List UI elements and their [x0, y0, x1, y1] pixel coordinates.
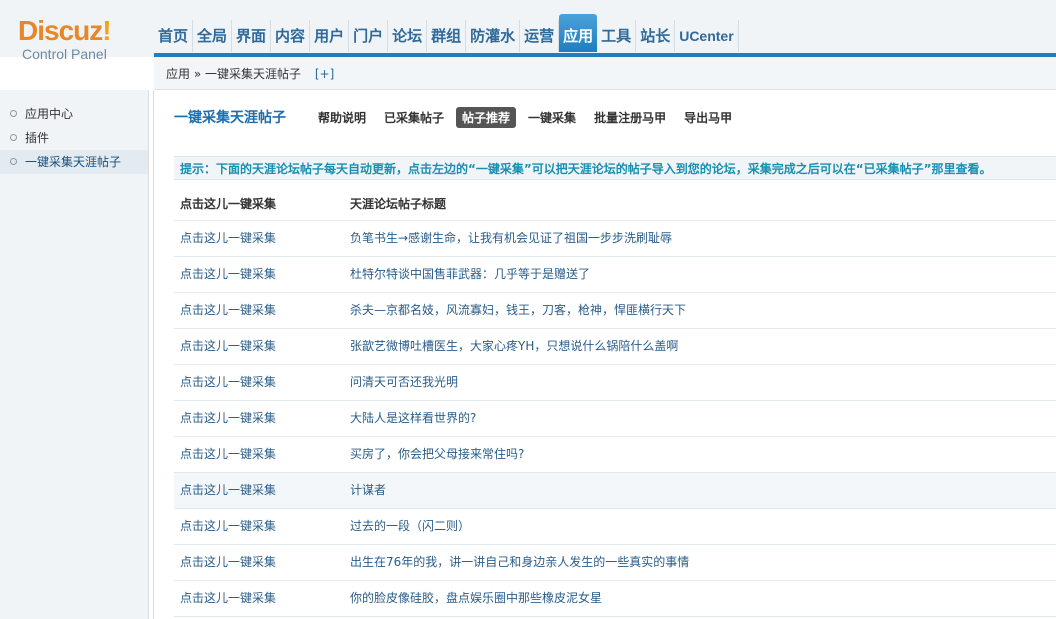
table-row: 点击这儿一键采集 负笔书生→感谢生命，让我有机会见证了祖国一步步洗刷耻辱 [174, 221, 1056, 257]
collect-link[interactable]: 点击这儿一键采集 [174, 509, 350, 544]
post-title-link[interactable]: 你的脸皮像硅胶，盘点娱乐圈中那些橡皮泥女星 [350, 581, 1056, 616]
collect-link[interactable]: 点击这儿一键采集 [174, 365, 350, 400]
posts-table: 点击这儿一键采集 天涯论坛帖子标题 点击这儿一键采集 负笔书生→感谢生命，让我有机… [174, 187, 1056, 617]
subnav-tab-3[interactable]: 一键采集 [522, 107, 582, 128]
top-nav: 首页 全局 界面 内容 用户 门户 论坛 群组 防灌水 运营 应用 工具 站长 UCenter [154, 14, 739, 53]
nav-item-11[interactable]: 工具 [597, 20, 637, 52]
main-content: 一键采集天涯帖子 帮助说明 已采集帖子 帖子推荐 一键采集 批量注册马甲 导出马甲 提示：… [154, 90, 1056, 619]
sidebar-item-2[interactable]: 一键采集天涯帖子 [0, 150, 148, 174]
logo-brand: Discuz! [18, 15, 112, 46]
table-row: 点击这儿一键采集 过去的一段（闪二则） [174, 509, 1056, 545]
sidebar: 应用中心插件一键采集天涯帖子 [0, 90, 148, 619]
nav-item-5[interactable]: 门户 [349, 20, 389, 52]
subnav-tab-2[interactable]: 帖子推荐 [456, 106, 517, 128]
post-title-link[interactable]: 负笔书生→感谢生命，让我有机会见证了祖国一步步洗刷耻辱 [350, 221, 1056, 256]
collect-link[interactable]: 点击这儿一键采集 [174, 545, 350, 580]
post-title-link[interactable]: 计谋者 [350, 473, 1056, 508]
table-row: 点击这儿一键采集 计谋者 [174, 473, 1056, 509]
bullet-icon [10, 158, 17, 165]
bullet-icon [10, 110, 17, 117]
table-row: 点击这儿一键采集 大陆人是这样看世界的? [174, 401, 1056, 437]
tip-banner: 提示：下面的天涯论坛帖子每天自动更新，点击左边的“一键采集”可以把天涯论坛的帖子… [174, 156, 1056, 180]
collect-link[interactable]: 点击这儿一键采集 [174, 473, 350, 508]
collect-link[interactable]: 点击这儿一键采集 [174, 581, 350, 616]
nav-item-0[interactable]: 首页 [154, 20, 194, 52]
logo-subtitle: Control Panel [22, 46, 107, 62]
post-title-link[interactable]: 出生在76年的我，讲一讲自己和身边亲人发生的一些真实的事情 [350, 545, 1056, 580]
sidebar-item-0[interactable]: 应用中心 [0, 102, 148, 126]
bullet-icon [10, 134, 17, 141]
post-title-link[interactable]: 大陆人是这样看世界的? [350, 401, 1056, 436]
plugin-title: 一键采集天涯帖子 [174, 110, 286, 126]
breadcrumb-root[interactable]: 应用 [166, 67, 190, 81]
nav-item-3[interactable]: 内容 [271, 20, 311, 52]
post-title-link[interactable]: 问清天可否还我光明 [350, 365, 1056, 400]
nav-item-13[interactable]: UCenter [675, 20, 739, 52]
breadcrumb-sep: » [193, 67, 202, 81]
collect-link[interactable]: 点击这儿一键采集 [174, 401, 350, 436]
nav-item-8[interactable]: 防灌水 [466, 20, 521, 52]
nav-item-12[interactable]: 站长 [636, 20, 676, 52]
post-title-link[interactable]: 张歆艺微博吐槽医生，大家心疼YH，只想说什么锅陪什么盖啊 [350, 329, 1056, 364]
breadcrumb-current: 一键采集天涯帖子 [205, 67, 302, 81]
table-row: 点击这儿一键采集 买房了，你会把父母接来常住吗? [174, 437, 1056, 473]
nav-item-10[interactable]: 应用 [559, 14, 598, 52]
table-row: 点击这儿一键采集 出生在76年的我，讲一讲自己和身边亲人发生的一些真实的事情 [174, 545, 1056, 581]
table-row: 点击这儿一键采集 问清天可否还我光明 [174, 365, 1056, 401]
nav-item-2[interactable]: 界面 [232, 20, 272, 52]
sidebar-item-label: 插件 [25, 131, 50, 145]
nav-item-9[interactable]: 运营 [520, 20, 560, 52]
header-bar: Discuz! Control Panel 首页 全局 界面 内容 用户 门户 论坛 群组 防灌… [0, 0, 1056, 62]
sidebar-list: 应用中心插件一键采集天涯帖子 [0, 102, 148, 174]
subnav-tab-1[interactable]: 已采集帖子 [378, 107, 450, 128]
collect-link[interactable]: 点击这儿一键采集 [174, 329, 350, 364]
table-row: 点击这儿一键采集 杜特尔特谈中国售菲武器：几乎等于是赠送了 [174, 257, 1056, 293]
collect-link[interactable]: 点击这儿一键采集 [174, 257, 350, 292]
header-action: 点击这儿一键采集 [180, 197, 277, 211]
subnav-tab-4[interactable]: 批量注册马甲 [588, 107, 672, 128]
collect-link[interactable]: 点击这儿一键采集 [174, 221, 350, 256]
nav-item-1[interactable]: 全局 [193, 20, 233, 52]
subnav-tab-5[interactable]: 导出马甲 [678, 107, 738, 128]
add-to-menu-button[interactable]: [+] [315, 67, 334, 81]
discuz-logo[interactable]: Discuz! Control Panel [18, 15, 112, 63]
post-title-link[interactable]: 杜特尔特谈中国售菲武器：几乎等于是赠送了 [350, 257, 1056, 292]
nav-item-7[interactable]: 群组 [427, 20, 467, 52]
table-row: 点击这儿一键采集 你的脸皮像硅胶，盘点娱乐圈中那些橡皮泥女星 [174, 581, 1056, 617]
nav-item-4[interactable]: 用户 [310, 20, 350, 52]
breadcrumb: 应用 » 一键采集天涯帖子 [+] [154, 57, 1056, 90]
post-title-link[interactable]: 过去的一段（闪二则） [350, 509, 1056, 544]
nav-item-6[interactable]: 论坛 [388, 20, 428, 52]
plugin-subnav: 一键采集天涯帖子 帮助说明 已采集帖子 帖子推荐 一键采集 批量注册马甲 导出马甲 [174, 106, 744, 128]
sidebar-item-label: 应用中心 [25, 107, 74, 121]
table-row: 点击这儿一键采集 张歆艺微博吐槽医生，大家心疼YH，只想说什么锅陪什么盖啊 [174, 329, 1056, 365]
post-title-link[interactable]: 杀夫—京都名妓，风流寡妇，钱王，刀客，枪神，悍匪横行天下 [350, 293, 1056, 328]
post-title-link[interactable]: 买房了，你会把父母接来常住吗? [350, 437, 1056, 472]
table-header: 点击这儿一键采集 天涯论坛帖子标题 [174, 187, 1056, 221]
collect-link[interactable]: 点击这儿一键采集 [174, 437, 350, 472]
sidebar-item-label: 一键采集天涯帖子 [25, 155, 122, 169]
collect-link[interactable]: 点击这儿一键采集 [174, 293, 350, 328]
sidebar-item-1[interactable]: 插件 [0, 126, 148, 150]
table-row: 点击这儿一键采集 杀夫—京都名妓，风流寡妇，钱王，刀客，枪神，悍匪横行天下 [174, 293, 1056, 329]
header-title: 天涯论坛帖子标题 [350, 197, 447, 211]
subnav-tab-0[interactable]: 帮助说明 [312, 107, 372, 128]
